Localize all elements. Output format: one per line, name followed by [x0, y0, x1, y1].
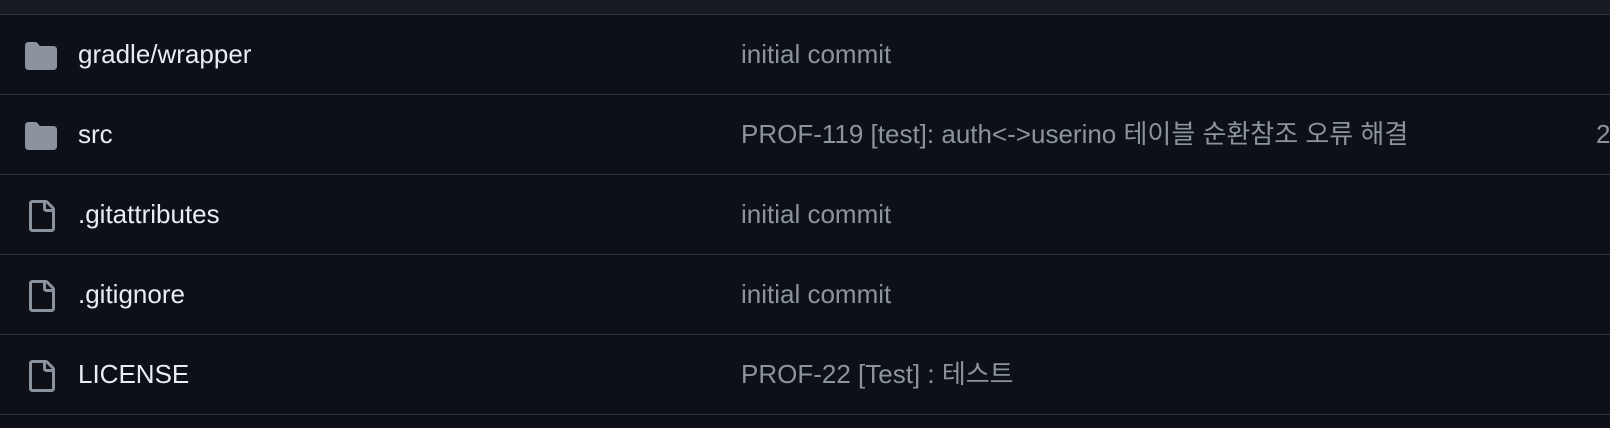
file-name-link[interactable]: gradle/wrapper [78, 38, 251, 70]
file-row[interactable]: .gitattributes initial commit [0, 175, 1610, 255]
commit-message-link[interactable]: initial commit [741, 198, 891, 230]
file-icon [29, 360, 55, 392]
file-icon [29, 280, 55, 312]
file-name-link[interactable]: .gitattributes [78, 198, 220, 230]
commit-age: 2 [1596, 119, 1610, 149]
file-row[interactable]: gradle/wrapper initial commit [0, 15, 1610, 95]
file-list: gradle/wrapper initial commit src PROF-1… [0, 15, 1610, 415]
file-row[interactable]: LICENSE PROF-22 [Test] : 테스트 [0, 335, 1610, 415]
file-icon [29, 200, 55, 232]
folder-icon [25, 42, 57, 70]
commit-message-link[interactable]: PROF-119 [test]: auth<->userino 테이블 순환참조… [741, 118, 1408, 150]
file-name-link[interactable]: .gitignore [78, 278, 185, 310]
folder-icon [25, 122, 57, 150]
top-header-strip [0, 0, 1610, 15]
commit-message-link[interactable]: initial commit [741, 278, 891, 310]
file-row[interactable]: src PROF-119 [test]: auth<->userino 테이블 … [0, 95, 1610, 175]
file-name-link[interactable]: src [78, 118, 113, 150]
file-name-link[interactable]: LICENSE [78, 358, 189, 390]
commit-message-link[interactable]: initial commit [741, 38, 891, 70]
file-row[interactable]: .gitignore initial commit [0, 255, 1610, 335]
commit-message-link[interactable]: PROF-22 [Test] : 테스트 [741, 358, 1014, 390]
